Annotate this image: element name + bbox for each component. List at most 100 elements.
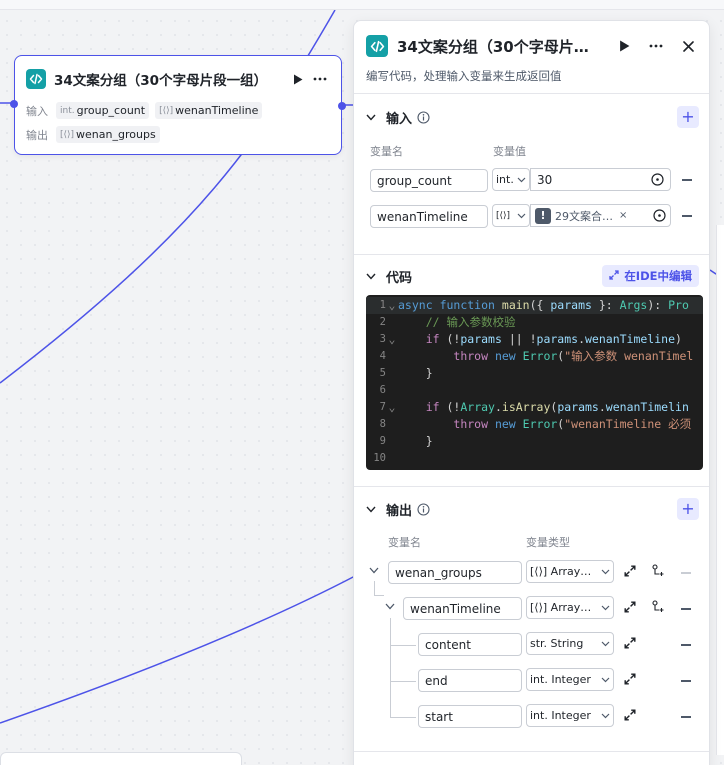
col-label-var-type: 变量类型 [526, 536, 570, 549]
input-section-header[interactable]: 输入 + [366, 106, 699, 128]
code-line: 1 ⌄ async function main({ params }: Args):… [379, 298, 689, 313]
warning-badge: ! [535, 207, 551, 224]
tree-guide [390, 681, 416, 682]
chevron-down-icon [601, 605, 610, 611]
remove-output-button[interactable] [681, 680, 691, 682]
tree-guide [374, 595, 384, 596]
plus-icon[interactable]: + [677, 498, 699, 520]
variable-picker-icon[interactable] [653, 209, 666, 222]
code-section-title: 代码 [386, 270, 413, 286]
expand-icon[interactable] [624, 637, 636, 649]
add-child-icon[interactable] [651, 564, 665, 578]
output-section-title: 输出 [386, 503, 413, 519]
output-var-name-field[interactable]: start [418, 705, 522, 728]
chevron-down-icon [517, 213, 526, 219]
chevron-down-icon [601, 569, 610, 575]
input-var-name-field[interactable]: wenanTimeline [370, 205, 488, 228]
output-type-select[interactable]: [⟨⟩] Array… [526, 596, 614, 619]
remove-input-button[interactable] [682, 179, 692, 181]
input-var-name-field[interactable]: group_count [370, 169, 488, 192]
code-section-header[interactable]: 代码 在IDE中编辑 [366, 265, 699, 287]
chevron-down-icon[interactable] [366, 502, 376, 516]
divider [354, 254, 709, 255]
code-line: 8 throw new Error("wenanTimeline 必须 [379, 417, 692, 432]
node-output-port[interactable] [338, 102, 346, 110]
input-value-field[interactable]: ! 29文案合… × [530, 204, 671, 227]
output-section-header[interactable]: 输出 + [366, 498, 699, 520]
tree-guide [390, 645, 416, 646]
node-output-label: 输出 [26, 128, 48, 142]
play-icon[interactable] [287, 68, 309, 90]
code-line: 2 // 输入参数校验 [379, 315, 516, 330]
output-type-select[interactable]: str. String [526, 632, 614, 655]
output-type-select[interactable]: [⟨⟩] Array… [526, 560, 614, 583]
variable-picker-icon[interactable] [651, 173, 664, 186]
more-icon[interactable] [645, 35, 667, 57]
edge-line-2 [0, 574, 358, 724]
divider [354, 486, 709, 487]
code-node[interactable]: 34文案分组（30个字母片段一组） 输入 int. group_count [⟨⟩… [10, 55, 346, 155]
canvas-node-partial-right[interactable] [716, 225, 724, 755]
chevron-down-icon[interactable] [366, 110, 376, 124]
expand-icon[interactable] [624, 673, 636, 685]
expand-icon [609, 269, 619, 283]
tree-guide [374, 581, 375, 595]
node-output-row: 输出 [⟨⟩] wenan_groups [26, 126, 160, 143]
node-settings-panel: 34文案分组（30个字母片… 编写代码，处理输入变量来生成返回值 输入 + 变量… [353, 20, 710, 765]
chevron-down-icon [601, 713, 610, 719]
chevron-down-icon [517, 177, 526, 183]
remove-output-button[interactable] [681, 608, 691, 610]
output-var-name-field[interactable]: end [418, 669, 522, 692]
node-input-tag: int. group_count [56, 102, 150, 119]
output-type-select[interactable]: int. Integer [526, 704, 614, 727]
code-line: 10 [373, 452, 386, 465]
node-output-tag: [⟨⟩] wenan_groups [56, 126, 160, 143]
code-editor[interactable]: 1 ⌄ async function main({ params }: Args):… [366, 295, 703, 470]
code-line: 7 ⌄ if (!Array.isArray(params.wenanTimeli… [379, 400, 689, 415]
expand-icon[interactable] [624, 565, 636, 577]
clear-icon[interactable]: × [619, 210, 627, 221]
play-icon[interactable] [613, 35, 635, 57]
code-icon [26, 69, 46, 89]
info-icon[interactable] [417, 502, 430, 516]
tree-guide [390, 717, 416, 718]
input-value-field[interactable]: 30 [530, 168, 671, 191]
remove-output-button[interactable] [681, 572, 691, 574]
divider [354, 751, 709, 752]
edit-in-ide-button[interactable]: 在IDE中编辑 [602, 265, 699, 287]
col-label-var-name: 变量名 [388, 536, 421, 549]
input-section-title: 输入 [386, 111, 413, 127]
remove-input-button[interactable] [682, 215, 692, 217]
info-icon[interactable] [417, 110, 430, 124]
code-line: 5 } [379, 366, 433, 381]
chevron-down-icon[interactable] [366, 269, 376, 283]
output-var-name-field[interactable]: wenan_groups [388, 561, 522, 584]
input-type-select[interactable]: [⟨⟩] [492, 204, 530, 227]
node-input-label: 输入 [26, 104, 48, 118]
input-type-select[interactable]: int. [492, 168, 530, 191]
output-var-name-field[interactable]: wenanTimeline [403, 597, 522, 620]
chevron-down-icon[interactable] [385, 603, 395, 610]
code-line: 3 ⌄ if (!params || !params.wenanTimeline) [379, 332, 682, 347]
panel-title[interactable]: 34文案分组（30个字母片… [397, 36, 607, 57]
output-type-select[interactable]: int. Integer [526, 668, 614, 691]
remove-output-button[interactable] [681, 644, 691, 646]
chevron-down-icon[interactable] [369, 567, 379, 574]
output-var-name-field[interactable]: content [418, 633, 522, 656]
canvas-node-partial[interactable] [0, 752, 242, 765]
node-input-tag: [⟨⟩] wenanTimeline [155, 102, 263, 119]
close-icon[interactable] [677, 35, 699, 57]
col-label-var-name: 变量名 [370, 145, 403, 158]
chevron-down-icon [601, 641, 610, 647]
add-child-icon[interactable] [651, 600, 665, 614]
remove-output-button[interactable] [681, 716, 691, 718]
expand-icon[interactable] [624, 709, 636, 721]
plus-icon[interactable]: + [677, 106, 699, 128]
expand-icon[interactable] [624, 601, 636, 613]
chevron-down-icon [601, 677, 610, 683]
code-line: 9 } [379, 434, 433, 449]
code-line: 4 throw new Error("输入参数 wenanTimel [379, 349, 694, 364]
more-icon[interactable] [309, 68, 331, 90]
canvas-top-bar [0, 0, 724, 10]
node-input-port[interactable] [10, 100, 18, 108]
